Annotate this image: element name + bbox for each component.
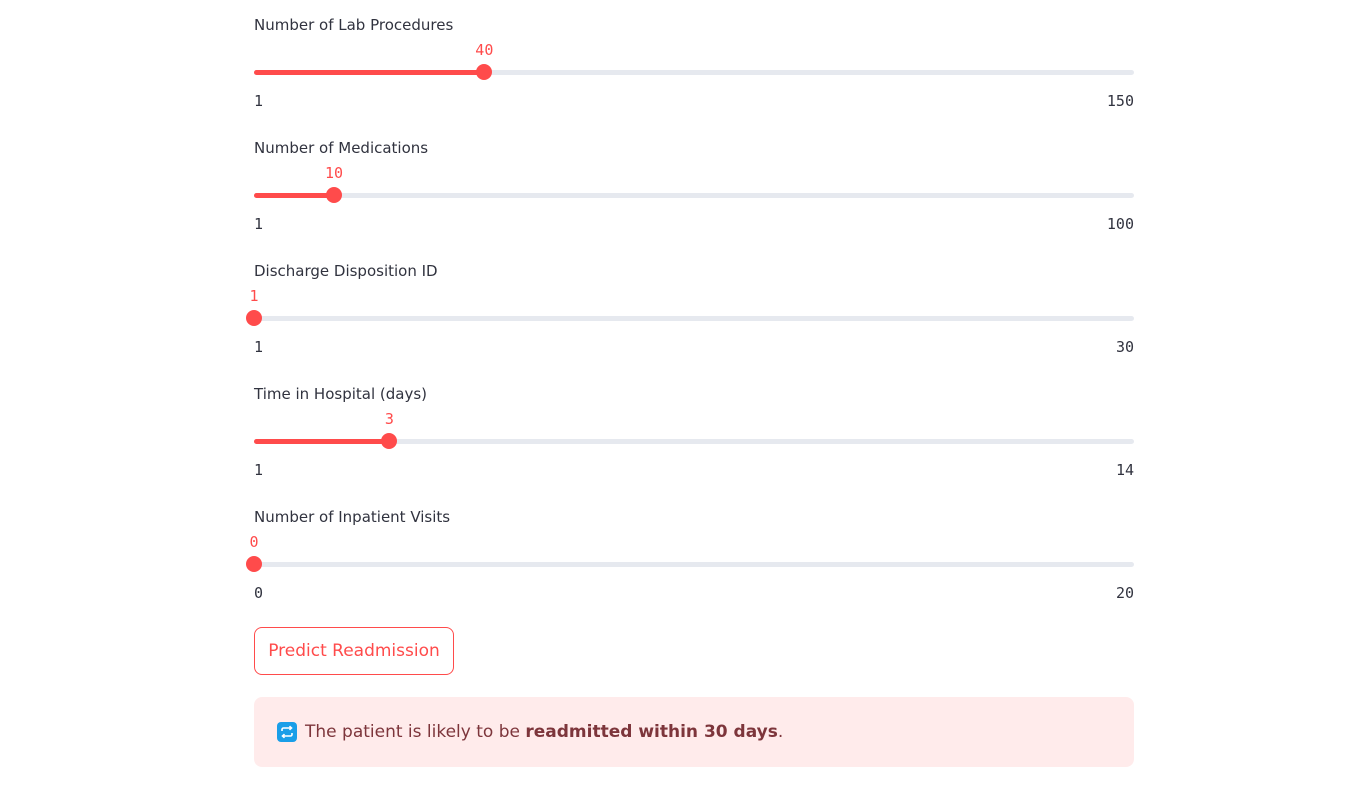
slider-label: Discharge Disposition ID	[254, 262, 438, 280]
slider-track[interactable]	[254, 316, 1134, 321]
slider-inpatient-visits: Number of Inpatient Visits 0 0 20	[246, 492, 1134, 602]
slider-thumb[interactable]	[381, 432, 398, 449]
slider-thumb[interactable]	[246, 309, 262, 326]
slider-time-in-hospital: Time in Hospital (days) 3 1 14	[254, 369, 1134, 479]
slider-min: 1	[254, 461, 264, 479]
slider-min: 1	[254, 215, 264, 233]
slider-min: 1	[254, 338, 264, 356]
slider-track[interactable]	[254, 562, 1134, 567]
slider-value: 40	[475, 41, 494, 59]
slider-medications: Number of Medications 10 1 100	[254, 123, 1134, 233]
slider-value: 3	[384, 410, 394, 428]
slider-thumb[interactable]	[476, 63, 493, 80]
slider-track[interactable]	[254, 193, 1134, 198]
slider-value: 0	[249, 533, 259, 551]
slider-fill	[254, 439, 390, 444]
repeat-icon	[277, 722, 297, 742]
slider-thumb[interactable]	[246, 555, 262, 572]
result-alert: The patient is likely to be readmitted w…	[254, 697, 1134, 767]
slider-max: 14	[1115, 461, 1134, 479]
slider-min: 0	[254, 584, 264, 602]
slider-label: Number of Medications	[254, 139, 429, 157]
result-prefix: The patient is likely to be	[305, 722, 526, 742]
slider-fill	[254, 193, 334, 198]
slider-value: 1	[249, 287, 259, 305]
slider-max: 30	[1115, 338, 1134, 356]
slider-track[interactable]	[254, 70, 1134, 75]
result-suffix: .	[777, 722, 784, 742]
slider-label: Number of Lab Procedures	[254, 16, 454, 34]
slider-max: 150	[1106, 92, 1134, 110]
result-emphasis: readmitted within 30 days	[525, 722, 778, 742]
predict-readmission-button[interactable]: Predict Readmission	[254, 627, 454, 675]
slider-fill	[254, 70, 485, 75]
slider-min: 1	[254, 92, 264, 110]
slider-label: Time in Hospital (days)	[254, 385, 427, 403]
result-message: The patient is likely to be readmitted w…	[305, 722, 783, 742]
slider-max: 100	[1106, 215, 1134, 233]
slider-label: Number of Inpatient Visits	[254, 508, 451, 526]
slider-thumb[interactable]	[326, 186, 342, 203]
slider-discharge-disposition: Discharge Disposition ID 1 1 30	[246, 246, 1134, 356]
slider-value: 10	[324, 164, 344, 182]
slider-lab-procedures: Number of Lab Procedures 40 1 150	[254, 0, 1134, 110]
slider-max: 20	[1115, 584, 1134, 602]
